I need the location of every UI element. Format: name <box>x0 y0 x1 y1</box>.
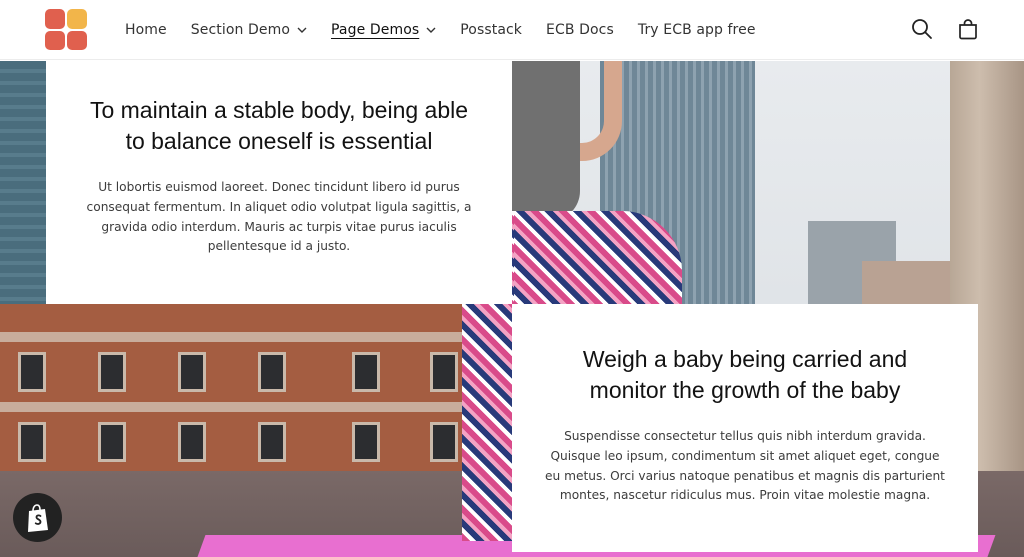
nav-try-ecb-label: Try ECB app free <box>637 22 756 38</box>
nav-ecb-docs[interactable]: ECB Docs <box>546 22 614 38</box>
background-building <box>0 61 48 321</box>
nav-home[interactable]: Home <box>125 22 167 38</box>
nav-posstack-label: Posstack <box>460 22 523 38</box>
header-actions <box>910 17 980 41</box>
background-building <box>862 261 952 306</box>
nav-posstack[interactable]: Posstack <box>460 22 522 38</box>
brick-band <box>0 332 512 342</box>
shopify-badge[interactable] <box>13 493 62 542</box>
person-pants <box>512 211 682 306</box>
nav-try-ecb[interactable]: Try ECB app free <box>638 22 756 38</box>
window <box>430 352 458 392</box>
nav-ecb-docs-label: ECB Docs <box>546 22 614 38</box>
window <box>352 422 380 462</box>
window <box>18 352 46 392</box>
brick-band <box>0 402 512 412</box>
cart-icon[interactable] <box>956 17 980 41</box>
window <box>18 422 46 462</box>
card-2-title: Weigh a baby being carried and monitor t… <box>582 346 908 403</box>
nav-home-label: Home <box>125 22 167 38</box>
chevron-down-icon <box>297 27 307 33</box>
main-nav: Home Section Demo Page Demos Posstack EC… <box>125 0 780 60</box>
card-1-body: Ut lobortis euismod laoreet. Donec tinci… <box>86 180 472 254</box>
shopping-bag-icon <box>27 503 48 532</box>
content-card-2: Weigh a baby being carried and monitor t… <box>512 304 978 552</box>
window <box>258 422 286 462</box>
window <box>178 352 206 392</box>
window <box>178 422 206 462</box>
store-logo[interactable] <box>45 9 87 50</box>
site-header: Home Section Demo Page Demos Posstack EC… <box>0 0 1024 60</box>
nav-page-demos-label: Page Demos <box>331 22 420 38</box>
brick-building <box>0 304 512 494</box>
nav-section-demo[interactable]: Section Demo <box>191 22 307 38</box>
chevron-down-icon <box>426 27 436 33</box>
window <box>352 352 380 392</box>
nav-section-demo-label: Section Demo <box>190 22 291 38</box>
window <box>98 352 126 392</box>
card-1-title: To maintain a stable body, being able to… <box>89 97 469 154</box>
search-icon[interactable] <box>910 17 934 41</box>
person-torso <box>512 61 580 221</box>
window <box>430 422 458 462</box>
content-card-1: To maintain a stable body, being able to… <box>46 61 512 304</box>
window <box>98 422 126 462</box>
card-2-body: Suspendisse consectetur tellus quis nibh… <box>545 429 945 503</box>
nav-page-demos[interactable]: Page Demos <box>331 22 436 38</box>
window <box>258 352 286 392</box>
